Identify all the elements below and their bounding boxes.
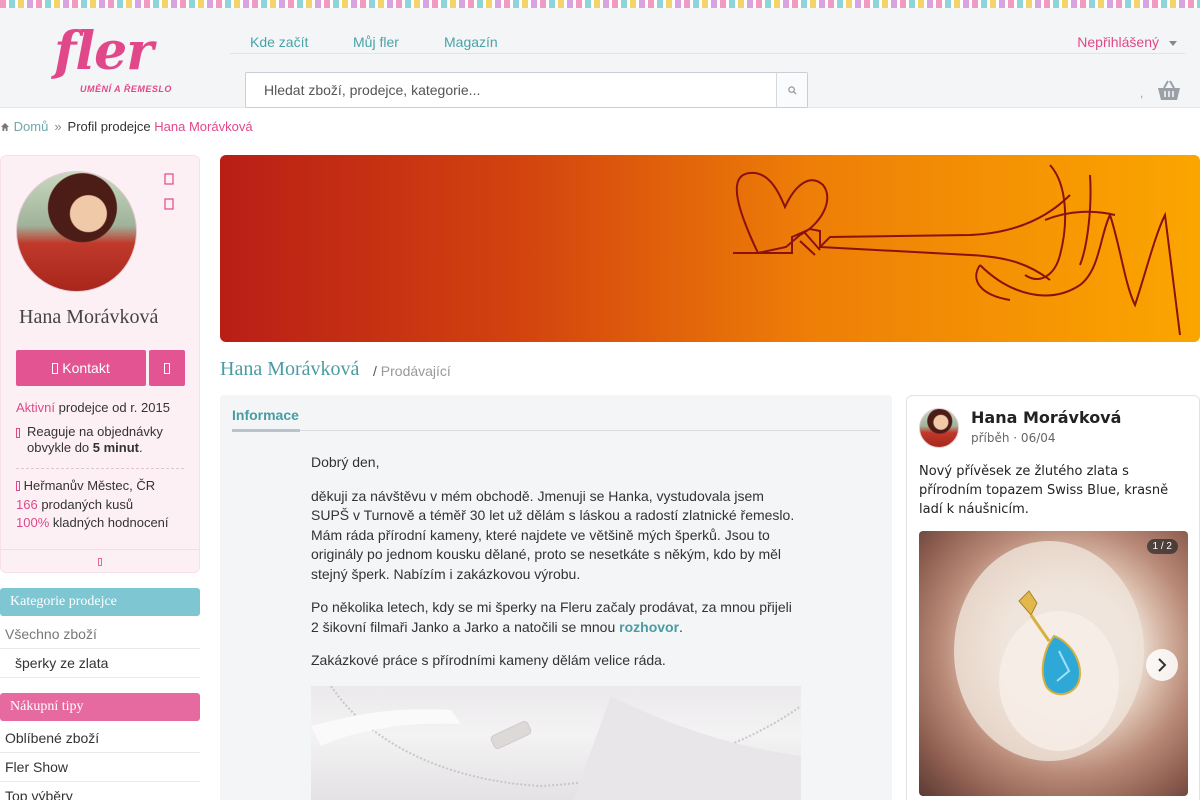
jewelry-photo (311, 686, 801, 800)
story-image[interactable]: 1 / 2 (919, 531, 1188, 796)
custom-work-paragraph: Zakázkové práce s přírodními kameny dělá… (311, 652, 666, 668)
home-icon (1, 123, 9, 131)
breadcrumb: Domů » Profil prodejce Hana Morávková (0, 119, 253, 134)
seller-profile-card: Hana Morávková Kontakt Aktivní prodejce … (0, 155, 200, 573)
more-options-button[interactable] (149, 350, 185, 386)
search-bar (245, 72, 808, 108)
next-image-button[interactable] (1146, 649, 1178, 681)
tab-active-indicator (232, 429, 300, 432)
positive-label: kladných hodnocení (52, 515, 169, 530)
seller-avatar[interactable] (16, 171, 137, 292)
nav-magazin[interactable]: Magazín (444, 34, 498, 50)
response-time: 5 minut (92, 440, 140, 455)
interview-link[interactable]: rozhovor (619, 619, 679, 635)
basket-icon (1158, 80, 1180, 100)
seller-location: Heřmanův Městec, ČR (16, 478, 191, 494)
clock-icon (16, 428, 20, 438)
seller-heading-separator: / (373, 363, 377, 379)
search-icon (787, 85, 797, 95)
seller-info-panel: Informace Dobrý den, děkuji za návštěvu … (220, 395, 892, 800)
story-author-name[interactable]: Hana Morávková (971, 408, 1121, 427)
breadcrumb-separator: » (54, 119, 62, 134)
seller-heading-role: / Prodávající (373, 363, 451, 379)
location-icon (16, 481, 20, 491)
profile-divider (16, 468, 184, 469)
tip-fler-show[interactable]: Fler Show (0, 753, 200, 782)
user-menu-label: Nepřihlášený (1077, 34, 1159, 50)
story-avatar[interactable] (919, 408, 959, 448)
interview-suffix: . (679, 618, 683, 635)
seller-name: Hana Morávková (19, 306, 159, 328)
favorite-seller-icon[interactable] (164, 172, 176, 197)
since-text: prodejce od r. 2015 (58, 400, 170, 415)
nav-muj-fler[interactable]: Můj fler (353, 34, 399, 50)
share-seller-icon[interactable] (164, 197, 176, 222)
chevron-right-icon (1158, 658, 1167, 672)
seller-categories-heading: Kategorie prodejce (0, 588, 200, 616)
interview-paragraph: Po několika letech, kdy se mi šperky na … (311, 598, 801, 637)
cart[interactable]: , (1140, 80, 1185, 106)
tip-top-picks[interactable]: Top výběry (0, 782, 200, 800)
nav-kde-zacit[interactable]: Kde začít (250, 34, 308, 50)
story-card: Hana Morávková příběh · 06/04 Nový přívě… (906, 395, 1200, 800)
seller-banner (220, 155, 1200, 342)
tab-underline (232, 429, 880, 432)
sold-label: prodaných kusů (41, 497, 134, 512)
response-suffix: . (139, 440, 143, 455)
seller-active-since: Aktivní prodejce od r. 2015 (16, 400, 191, 416)
breadcrumb-seller-name[interactable]: Hana Morávková (154, 119, 252, 134)
breadcrumb-home-label: Domů (13, 119, 49, 134)
top-decorative-stripe (0, 0, 1200, 8)
caret-down-icon (1169, 40, 1177, 46)
intro-paragraph: děkuji za návštěvu v mém obchodě. Jmenuj… (311, 487, 795, 582)
shopping-tips-heading: Nákupní tipy (0, 693, 200, 721)
options-icon (164, 362, 170, 374)
location-text: Heřmanův Městec, ČR (23, 478, 156, 493)
expand-profile-button[interactable] (1, 549, 199, 573)
greeting-paragraph: Dobrý den, (311, 454, 380, 470)
necklace-image (311, 686, 801, 800)
envelope-icon (52, 362, 59, 374)
seller-heading-name[interactable]: Hana Morávková (220, 358, 359, 381)
positive-percent: 100% (16, 515, 50, 530)
story-meta: příběh · 06/04 (971, 431, 1056, 445)
cart-count: , (1140, 86, 1144, 100)
search-input[interactable] (246, 73, 776, 107)
seller-description: Dobrý den, děkuji za návštěvu v mém obch… (311, 453, 801, 685)
breadcrumb-current-prefix: Profil prodejce (67, 119, 151, 134)
contact-button[interactable]: Kontakt (16, 350, 146, 386)
tip-favorite-items[interactable]: Oblíbené zboží (0, 724, 200, 753)
search-button[interactable] (776, 73, 807, 107)
user-menu-dropdown[interactable]: Nepřihlášený (1077, 34, 1177, 50)
breadcrumb-home[interactable]: Domů (0, 119, 48, 134)
story-text: Nový přívěsek ze žlutého zlata s přírodn… (919, 464, 1169, 517)
category-all-items[interactable]: Všechno zboží (0, 620, 200, 649)
sold-count: 166 (16, 497, 38, 512)
chevron-down-icon (98, 557, 102, 566)
hm-monogram (733, 164, 1181, 336)
positive-rating-stat: 100% kladných hodnocení (16, 515, 191, 531)
image-counter: 1 / 2 (1146, 539, 1178, 554)
tab-informace[interactable]: Informace (232, 407, 299, 423)
profile-side-icons (164, 172, 176, 222)
top-navigation: Kde začít Můj fler Magazín Nepřihlášený (230, 16, 1185, 54)
seller-role-label: Prodávající (380, 363, 451, 379)
active-status: Aktivní (16, 400, 56, 415)
response-time-info: Reaguje na objednávky obvykle do 5 minut… (16, 424, 191, 456)
site-header: fler UMĚNÍ A ŘEMESLO Kde začít Můj fler … (0, 8, 1200, 108)
category-gold-jewelry[interactable]: šperky ze zlata (0, 649, 200, 678)
sold-items-stat: 166 prodaných kusů (16, 497, 191, 513)
interview-text: Po několika letech, kdy se mi šperky na … (311, 599, 792, 635)
fler-logo[interactable]: fler UMĚNÍ A ŘEMESLO (50, 22, 180, 100)
contact-button-label: Kontakt (62, 360, 110, 376)
